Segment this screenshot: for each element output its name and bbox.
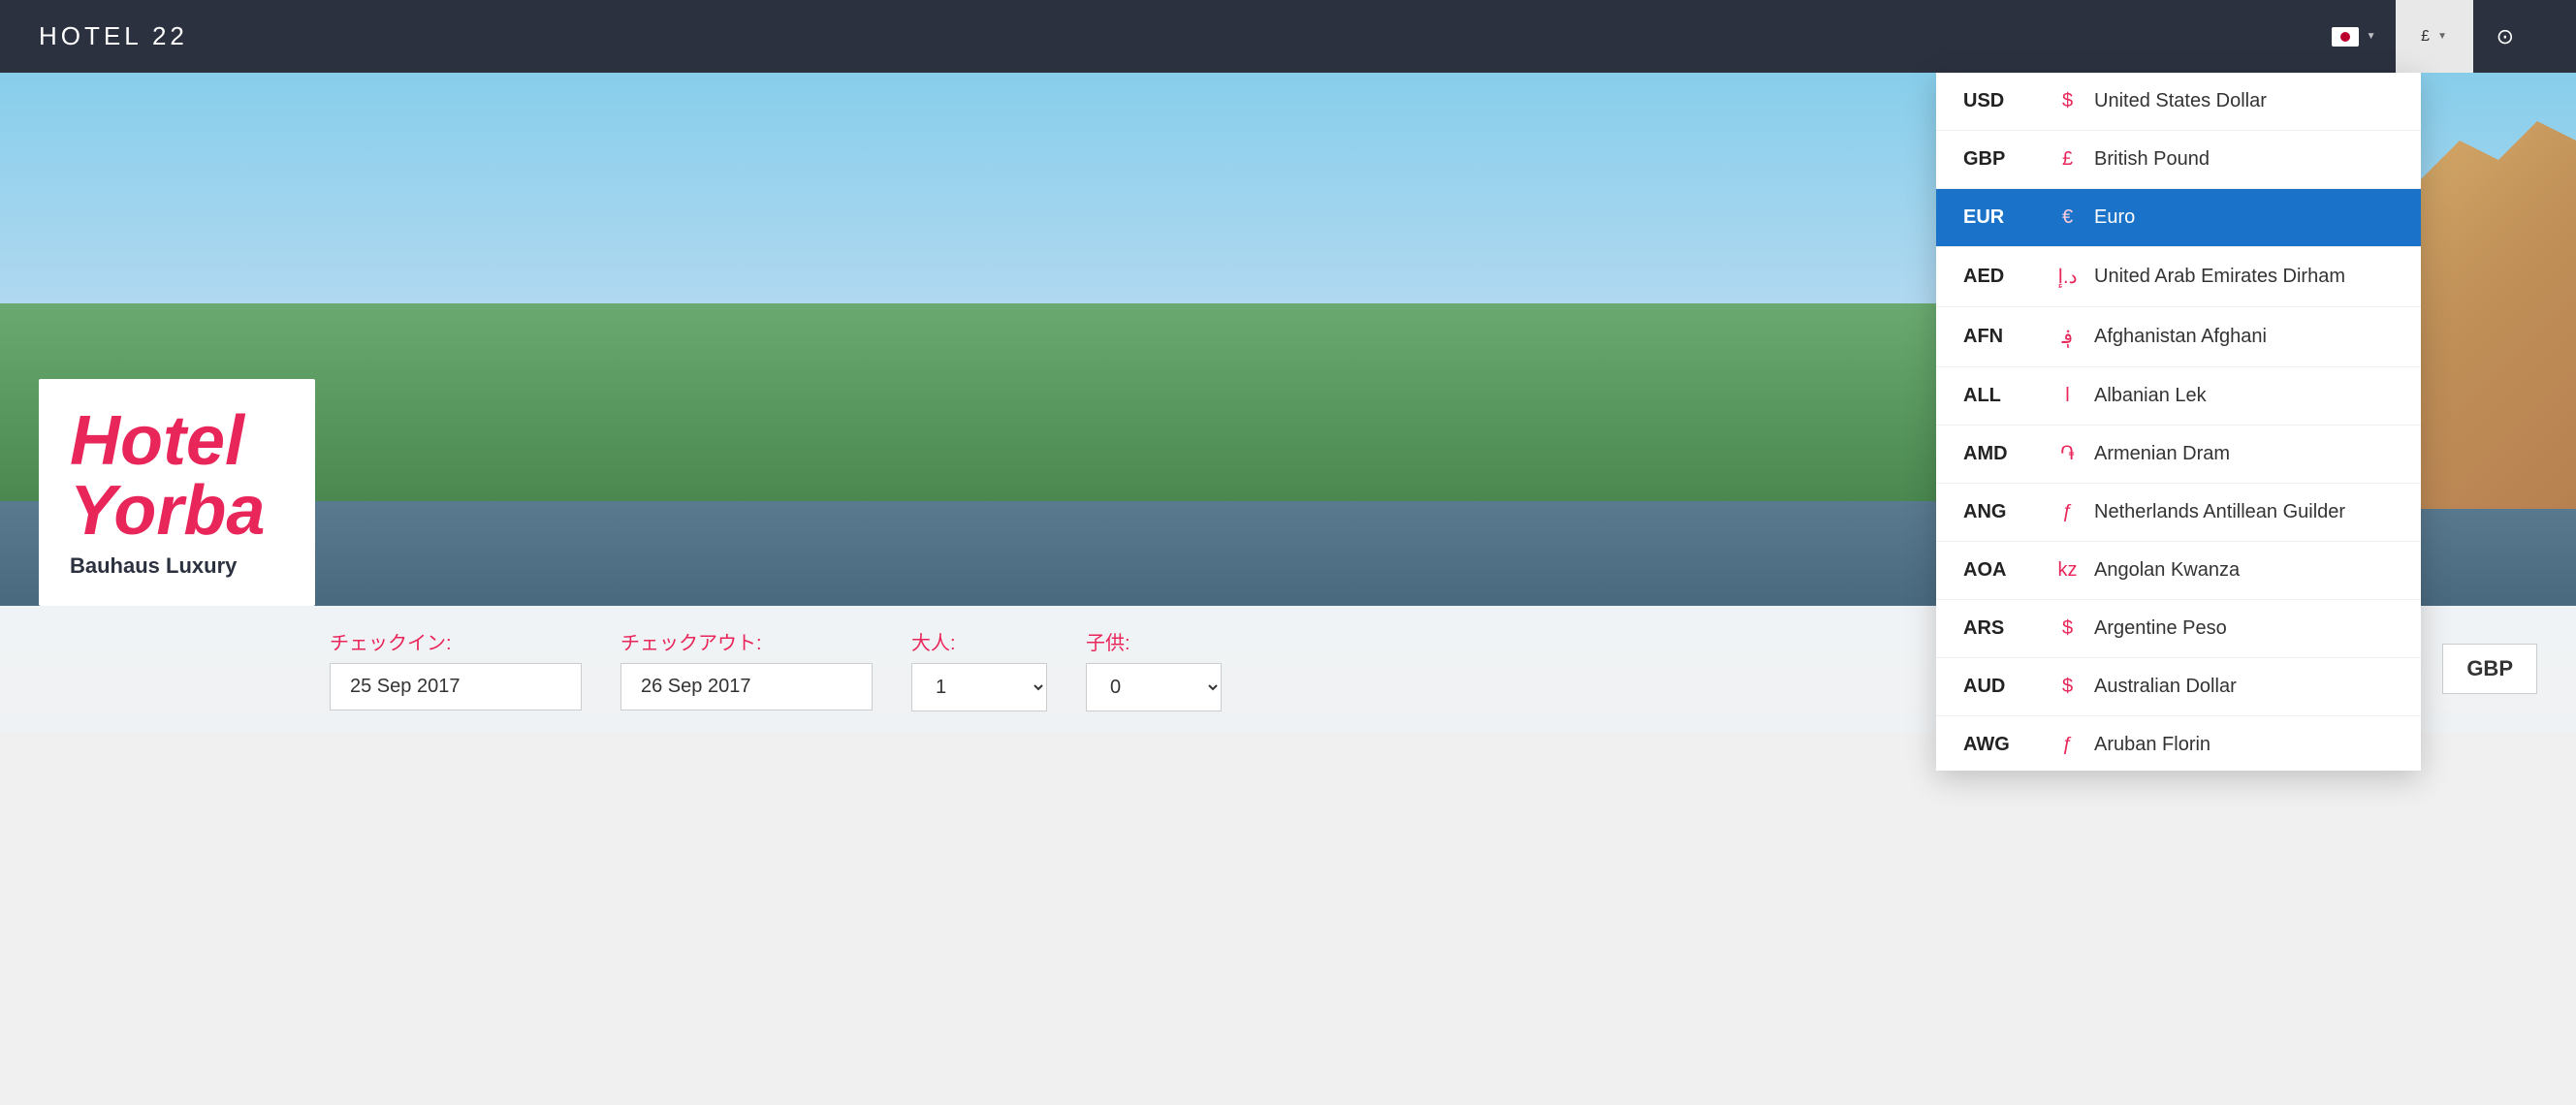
currency-symbol-aed: د.إ [2041,265,2094,289]
currency-symbol-label: £ [2421,28,2430,46]
currency-item-aed[interactable]: AEDد.إUnited Arab Emirates Dirham [1936,247,2421,307]
children-select[interactable]: 0 1 2 3 [1086,663,1222,711]
currency-item-aud[interactable]: AUD$Australian Dollar [1936,658,2421,716]
currency-name-all: Albanian Lek [2094,385,2394,407]
currency-item-all[interactable]: ALLlAlbanian Lek [1936,367,2421,426]
currency-item-aoa[interactable]: AOAkzAngolan Kwanza [1936,542,2421,600]
currency-code-all: ALL [1963,385,2041,407]
currency-item-ars[interactable]: ARS$Argentine Peso [1936,600,2421,658]
language-button[interactable]: ▼ [2312,0,2396,73]
currency-symbol-gbp: £ [2041,148,2094,171]
children-field: 子供: 0 1 2 3 [1086,627,1222,711]
currency-name-aoa: Angolan Kwanza [2094,559,2394,582]
currency-symbol-awg: ƒ [2041,734,2094,756]
checkout-field: チェックアウト: [620,627,873,710]
currency-item-afn[interactable]: AFN؋Afghanistan Afghani [1936,307,2421,367]
currency-name-eur: Euro [2094,206,2394,229]
currency-code-afn: AFN [1963,326,2041,348]
location-button[interactable]: ⊙ [2473,0,2537,73]
currency-code-aud: AUD [1963,676,2041,698]
lang-chevron-icon: ▼ [2367,31,2376,42]
adults-field: 大人: 1 2 3 4 [911,627,1047,711]
currency-symbol-aoa: kz [2041,559,2094,582]
currency-code-ang: ANG [1963,501,2041,523]
currency-code-eur: EUR [1963,206,2041,229]
checkout-input[interactable] [620,663,873,710]
currency-code-ars: ARS [1963,617,2041,640]
currency-dropdown: USD$United States DollarGBP£British Poun… [1936,73,2421,771]
hotel-info-card: Hotel Yorba Bauhaus Luxury [39,379,315,606]
currency-code-awg: AWG [1963,734,2041,756]
children-label: 子供: [1086,627,1222,655]
currency-symbol-aud: $ [2041,676,2094,698]
japan-flag-icon [2332,27,2359,47]
currency-item-ang[interactable]: ANGƒNetherlands Antillean Guilder [1936,484,2421,542]
currency-name-gbp: British Pound [2094,148,2394,171]
currency-button[interactable]: £ ▼ [2396,0,2473,73]
currency-name-usd: United States Dollar [2094,90,2394,112]
booking-currency-button[interactable]: GBP [2442,644,2537,694]
checkout-label: チェックアウト: [620,627,873,655]
currency-symbol-amd: ֏ [2041,443,2094,465]
currency-name-ang: Netherlands Antillean Guilder [2094,501,2394,523]
currency-item-amd[interactable]: AMD֏Armenian Dram [1936,426,2421,484]
currency-symbol-afn: ؋ [2041,325,2094,349]
location-pin-icon: ⊙ [2496,24,2514,48]
currency-name-afn: Afghanistan Afghani [2094,326,2394,348]
checkin-field: チェックイン: [330,627,582,710]
currency-item-awg[interactable]: AWGƒAruban Florin [1936,716,2421,771]
currency-code-gbp: GBP [1963,148,2041,171]
currency-name-aed: United Arab Emirates Dirham [2094,266,2394,288]
hotel-tagline: Bauhaus Luxury [70,553,284,579]
site-logo: HOTEL 22 [39,21,188,51]
currency-name-awg: Aruban Florin [2094,734,2394,756]
currency-code-aed: AED [1963,266,2041,288]
currency-symbol-ang: ƒ [2041,501,2094,523]
currency-name-amd: Armenian Dram [2094,443,2394,465]
hotel-name: Hotel Yorba [70,406,284,546]
currency-symbol-usd: $ [2041,90,2094,112]
currency-item-gbp[interactable]: GBP£British Pound [1936,131,2421,189]
adults-label: 大人: [911,627,1047,655]
header: HOTEL 22 ▼ £ ▼ ⊙ [0,0,2576,73]
header-controls: ▼ £ ▼ ⊙ [2312,0,2537,73]
currency-code-amd: AMD [1963,443,2041,465]
currency-name-ars: Argentine Peso [2094,617,2394,640]
adults-select[interactable]: 1 2 3 4 [911,663,1047,711]
currency-item-usd[interactable]: USD$United States Dollar [1936,73,2421,131]
currency-chevron-icon: ▼ [2437,31,2447,42]
currency-name-aud: Australian Dollar [2094,676,2394,698]
checkin-label: チェックイン: [330,627,582,655]
currency-symbol-ars: $ [2041,617,2094,640]
currency-symbol-eur: € [2041,206,2094,229]
checkin-input[interactable] [330,663,582,710]
currency-code-aoa: AOA [1963,559,2041,582]
currency-symbol-all: l [2041,385,2094,407]
currency-code-usd: USD [1963,90,2041,112]
currency-item-eur[interactable]: EUR€Euro [1936,189,2421,247]
